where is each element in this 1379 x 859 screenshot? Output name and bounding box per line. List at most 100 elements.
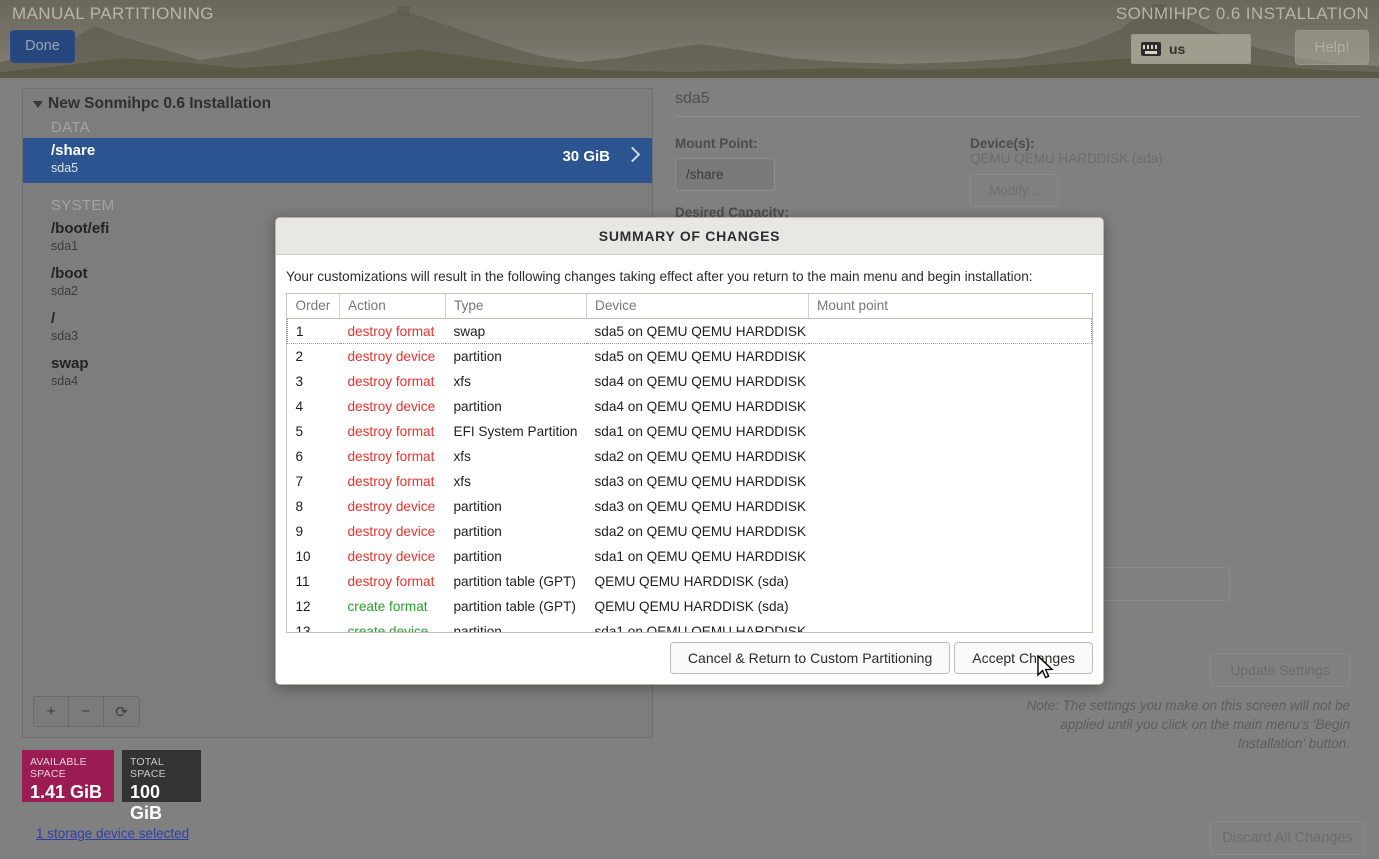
- cell-mount-point: [809, 594, 1092, 619]
- done-button[interactable]: Done: [10, 30, 75, 63]
- table-row[interactable]: 13 create device partition sda1 on QEMU QEM…: [288, 619, 1092, 633]
- cell-type: partition: [453, 523, 502, 539]
- table-row[interactable]: 2 destroy device partition sda5 on QEMU QEM…: [288, 344, 1092, 369]
- table-row[interactable]: 12 create format partition table (GPT) QEMU…: [288, 594, 1092, 619]
- column-header-mount-point[interactable]: Mount point: [808, 294, 1092, 319]
- table-row[interactable]: 1 destroy format swap sda5 on QEMU QEMU HAR…: [287, 318, 1092, 344]
- cell-action: destroy device: [347, 523, 436, 539]
- cell-type: swap: [445, 318, 587, 344]
- storage-device-selected-link[interactable]: 1 storage device selected: [36, 826, 189, 841]
- dialog-button-row: Cancel & Return to Custom Partitioning A…: [669, 642, 1093, 674]
- table-row[interactable]: 11 destroy format partition table (GPT) QEM…: [288, 569, 1092, 594]
- cell-action: destroy format: [347, 423, 435, 439]
- partition-group-label-data: DATA: [51, 119, 90, 136]
- refresh-button[interactable]: ⟳: [104, 697, 139, 726]
- cell-mount-point: [809, 619, 1092, 633]
- column-header-order[interactable]: Order: [287, 294, 340, 319]
- table-row[interactable]: 8 destroy device partition sda3 on QEMU QEM…: [288, 494, 1092, 519]
- cell-action: destroy device: [347, 398, 436, 414]
- cell-action: destroy format: [347, 573, 435, 589]
- summary-of-changes-dialog: SUMMARY OF CHANGES Your customizations w…: [275, 217, 1104, 685]
- table-row[interactable]: 6 destroy format xfs sda2 on QEMU QEMU HARD…: [288, 444, 1092, 469]
- cell-mount-point: [809, 544, 1092, 569]
- total-space-caption: TOTAL SPACE: [130, 756, 166, 780]
- cell-device: sda2 on QEMU QEMU HARDDISK: [594, 448, 807, 464]
- cell-device: sda5 on QEMU QEMU HARDDISK: [594, 348, 807, 364]
- partition-size: 30 GiB: [562, 148, 610, 165]
- cancel-return-button[interactable]: Cancel & Return to Custom Partitioning: [669, 642, 951, 674]
- cell-type: xfs: [453, 373, 471, 389]
- cell-order: 13: [295, 623, 311, 633]
- cell-device: sda4 on QEMU QEMU HARDDISK: [594, 398, 807, 414]
- cell-order: 2: [295, 348, 304, 364]
- available-space-value: 1.41 GiB: [30, 782, 103, 802]
- available-space-caption: AVAILABLE SPACE: [30, 756, 87, 780]
- cell-type: xfs: [453, 473, 471, 489]
- header-banner: MANUAL PARTITIONING SONMIHPC 0.6 INSTALL…: [0, 0, 1379, 78]
- cell-type: partition: [453, 498, 502, 514]
- cell-mount-point: [809, 369, 1092, 394]
- cell-mount-point: [809, 344, 1092, 369]
- partition-row-share[interactable]: /share sda5 30 GiB: [23, 138, 652, 183]
- cell-action: create format: [347, 598, 428, 614]
- modify-button[interactable]: Modify...: [970, 174, 1058, 207]
- table-row[interactable]: 5 destroy format EFI System Partition sda1 …: [288, 419, 1092, 444]
- storage-space-summary: AVAILABLE SPACE 1.41 GiB TOTAL SPACE 100…: [22, 750, 201, 823]
- keyboard-layout-label: us: [1169, 41, 1186, 57]
- column-header-type[interactable]: Type: [445, 294, 587, 319]
- cell-order: 11: [295, 573, 310, 589]
- cell-device: sda3 on QEMU QEMU HARDDISK: [594, 498, 807, 514]
- update-settings-button[interactable]: Update Settings: [1210, 653, 1350, 687]
- table-header-row: Order Action Type Device Mount point: [287, 294, 1092, 319]
- cell-mount-point: [809, 494, 1092, 519]
- cell-device: sda1 on QEMU QEMU HARDDISK: [594, 423, 807, 439]
- table-row[interactable]: 9 destroy device partition sda2 on QEMU QEM…: [288, 519, 1092, 544]
- partition-toolbar: + − ⟳: [33, 696, 140, 727]
- accept-changes-button[interactable]: Accept Changes: [954, 642, 1093, 674]
- changes-table: Order Action Type Device Mount point 1 de…: [287, 294, 1092, 633]
- cell-order: 7: [295, 473, 304, 489]
- keyboard-layout-indicator[interactable]: us: [1131, 34, 1251, 64]
- cell-type: partition: [453, 623, 502, 633]
- cell-mount-point: [809, 419, 1092, 444]
- cell-order: 10: [295, 548, 311, 564]
- column-header-action[interactable]: Action: [339, 294, 446, 319]
- cell-action: destroy device: [347, 348, 436, 364]
- cell-order: 1: [287, 318, 340, 344]
- dialog-title: SUMMARY OF CHANGES: [276, 218, 1103, 255]
- page-title: MANUAL PARTITIONING: [12, 4, 214, 23]
- dialog-description: Your customizations will result in the f…: [286, 269, 1033, 284]
- cell-type: partition table (GPT): [453, 573, 576, 589]
- details-column-right: Device(s): QEMU QEMU HARDDISK (sda) Modi…: [970, 136, 1270, 207]
- partition-group-label-system: SYSTEM: [51, 197, 115, 214]
- column-header-device[interactable]: Device: [586, 294, 809, 319]
- settings-note: Note: The settings you make on this scre…: [1026, 698, 1350, 751]
- discard-all-changes-button[interactable]: Discard All Changes: [1210, 821, 1365, 855]
- remove-partition-button[interactable]: −: [69, 697, 104, 726]
- changes-table-wrapper[interactable]: Order Action Type Device Mount point 1 de…: [286, 293, 1093, 633]
- cell-order: 9: [295, 523, 304, 539]
- changes-table-head: Order Action Type Device Mount point: [287, 294, 1092, 319]
- add-partition-button[interactable]: +: [34, 697, 69, 726]
- cell-type: partition table (GPT): [453, 598, 576, 614]
- partition-tree-root[interactable]: New Sonmihpc 0.6 Installation: [23, 89, 652, 117]
- table-row[interactable]: 3 destroy format xfs sda4 on QEMU QEMU HARD…: [288, 369, 1092, 394]
- keyboard-icon: [1141, 42, 1161, 56]
- cell-mount-point: [808, 318, 1092, 344]
- cell-device: sda2 on QEMU QEMU HARDDISK: [594, 523, 807, 539]
- cell-order: 8: [295, 498, 304, 514]
- cell-action: destroy format: [347, 448, 435, 464]
- table-row[interactable]: 4 destroy device partition sda4 on QEMU QEM…: [288, 394, 1092, 419]
- devices-label: Device(s):: [970, 136, 1035, 151]
- cell-order: 6: [295, 448, 304, 464]
- cell-action: destroy format: [347, 473, 435, 489]
- cell-type: partition: [453, 348, 502, 364]
- changes-table-body: 1 destroy format swap sda5 on QEMU QEMU HAR…: [287, 318, 1092, 633]
- table-row[interactable]: 10 destroy device partition sda1 on QEMU QE…: [288, 544, 1092, 569]
- table-row[interactable]: 7 destroy format xfs sda3 on QEMU QEMU HARD…: [288, 469, 1092, 494]
- chevron-down-icon[interactable]: [33, 100, 43, 108]
- mount-point-input[interactable]: /share: [675, 158, 775, 191]
- help-button[interactable]: Help!: [1295, 30, 1369, 65]
- cell-action: destroy format: [339, 318, 446, 344]
